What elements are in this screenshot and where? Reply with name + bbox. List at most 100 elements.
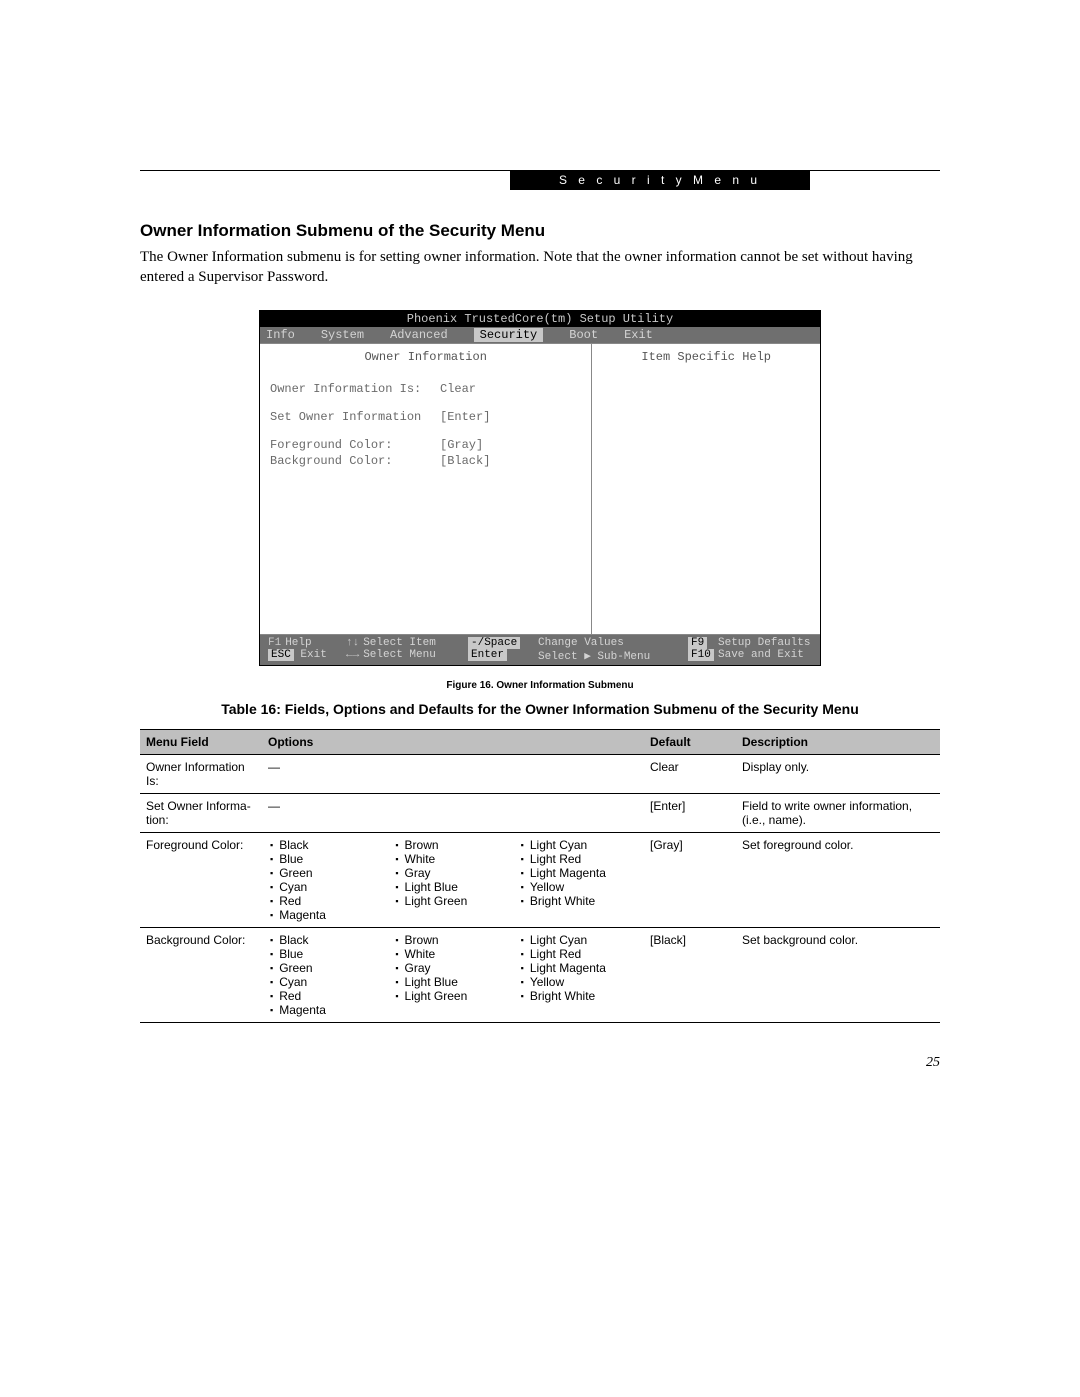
header-tag: S e c u r i t y M e n u (510, 170, 810, 190)
footer-text: Select Menu (363, 649, 436, 661)
cell-options: BlackBlueGreenCyanRedMagenta BrownWhiteGr… (262, 927, 644, 1022)
list-item: White (395, 852, 518, 866)
footer-text: Change Values (538, 637, 624, 649)
list-item: Bright White (521, 989, 644, 1003)
bios-screenshot: Phoenix TrustedCore(tm) Setup Utility In… (259, 310, 821, 666)
bios-row-value: [Gray] (440, 438, 483, 452)
table-title: Table 16: Fields, Options and Defaults f… (140, 701, 940, 717)
list-item: Gray (395, 866, 518, 880)
list-item: Light Green (395, 989, 518, 1003)
list-item: Light Magenta (521, 961, 644, 975)
list-item: Magenta (270, 1003, 393, 1017)
cell-default: Clear (644, 754, 736, 793)
cell-default: [Gray] (644, 832, 736, 927)
footer-text: Select ▶ Sub-Menu (538, 651, 650, 663)
list-item: Green (270, 866, 393, 880)
table-row: Foreground Color:BlackBlueGreenCyanRedMa… (140, 832, 940, 927)
cell-default: [Black] (644, 927, 736, 1022)
footer-key: ↑↓ (346, 637, 359, 649)
list-item: Light Red (521, 852, 644, 866)
cell-description: Display only. (736, 754, 940, 793)
list-item: Bright White (521, 894, 644, 908)
th-default: Default (644, 729, 736, 754)
cell-description: Field to write owner informa­tion, (i.e.… (736, 793, 940, 832)
bios-row-label: Background Color: (270, 454, 440, 468)
list-item: Light Magenta (521, 866, 644, 880)
table-row: Owner Information Is:—ClearDisplay only. (140, 754, 940, 793)
list-item: Light Blue (395, 880, 518, 894)
list-item: Green (270, 961, 393, 975)
footer-text: Setup Defaults (718, 637, 810, 649)
bios-row-value: [Enter] (440, 410, 490, 424)
options-table: Menu Field Options Default Description O… (140, 729, 940, 1023)
bios-menu-info: Info (266, 328, 295, 342)
footer-key: F10 (688, 649, 714, 661)
bios-footer: F1 Help ↑↓ Select Item -/Space Change Valu… (260, 635, 820, 665)
list-item: Cyan (270, 880, 393, 894)
cell-options: — (262, 793, 644, 832)
footer-text: Save and Exit (718, 649, 804, 661)
list-item: Blue (270, 852, 393, 866)
list-item: Brown (395, 838, 518, 852)
th-options: Options (262, 729, 644, 754)
table-row: Background Color:BlackBlueGreenCyanRedMa… (140, 927, 940, 1022)
bios-row: Background Color: [Black] (270, 454, 581, 468)
bios-menu-security: Security (474, 328, 544, 342)
list-item: Light Red (521, 947, 644, 961)
cell-menu: Owner Information Is: (140, 754, 262, 793)
bios-row-value: Clear (440, 382, 476, 396)
footer-text: Help (285, 637, 311, 649)
bios-menu-boot: Boot (569, 328, 598, 342)
cell-description: Set background color. (736, 927, 940, 1022)
list-item: Yellow (521, 975, 644, 989)
section-heading: Owner Information Submenu of the Securit… (140, 221, 940, 241)
footer-key: ←→ (346, 649, 359, 661)
cell-default: [Enter] (644, 793, 736, 832)
list-item: Light Cyan (521, 933, 644, 947)
list-item: Light Green (395, 894, 518, 908)
cell-options: — (262, 754, 644, 793)
bios-row-label: Set Owner Information (270, 410, 440, 424)
list-item: Black (270, 933, 393, 947)
list-item: Yellow (521, 880, 644, 894)
bios-row-label: Foreground Color: (270, 438, 440, 452)
list-item: Light Blue (395, 975, 518, 989)
list-item: White (395, 947, 518, 961)
intro-paragraph: The Owner Information submenu is for set… (140, 247, 940, 288)
list-item: Red (270, 894, 393, 908)
cell-menu: Background Color: (140, 927, 262, 1022)
list-item: Light Cyan (521, 838, 644, 852)
bios-right-title: Item Specific Help (602, 350, 810, 364)
bios-row: Owner Information Is: Clear (270, 382, 581, 396)
bios-left-title: Owner Information (270, 350, 581, 364)
list-item: Red (270, 989, 393, 1003)
footer-key: F9 (688, 637, 707, 649)
bios-row-label: Owner Information Is: (270, 382, 440, 396)
table-row: Set Owner Informa­tion:—[Enter]Field to … (140, 793, 940, 832)
list-item: Cyan (270, 975, 393, 989)
bios-row: Foreground Color: [Gray] (270, 438, 581, 452)
page-number: 25 (140, 1055, 940, 1071)
list-item: Blue (270, 947, 393, 961)
list-item: Magenta (270, 908, 393, 922)
footer-text: Exit (300, 649, 326, 661)
bios-row-value: [Black] (440, 454, 490, 468)
footer-key: -/Space (468, 637, 520, 649)
list-item: Gray (395, 961, 518, 975)
cell-description: Set foreground color. (736, 832, 940, 927)
th-desc: Description (736, 729, 940, 754)
cell-options: BlackBlueGreenCyanRedMagenta BrownWhiteGr… (262, 832, 644, 927)
bios-title: Phoenix TrustedCore(tm) Setup Utility (260, 311, 820, 327)
list-item: Black (270, 838, 393, 852)
bios-menu-exit: Exit (624, 328, 653, 342)
footer-key: ESC (268, 649, 294, 661)
bios-row: Set Owner Information [Enter] (270, 410, 581, 424)
cell-menu: Set Owner Informa­tion: (140, 793, 262, 832)
footer-key: F1 (268, 637, 281, 649)
footer-text: Select Item (363, 637, 436, 649)
th-menu: Menu Field (140, 729, 262, 754)
bios-menubar: Info System Advanced Security Boot Exit (260, 327, 820, 343)
figure-caption: Figure 16. Owner Information Submenu (140, 680, 940, 691)
footer-key: Enter (468, 649, 507, 661)
list-item: Brown (395, 933, 518, 947)
